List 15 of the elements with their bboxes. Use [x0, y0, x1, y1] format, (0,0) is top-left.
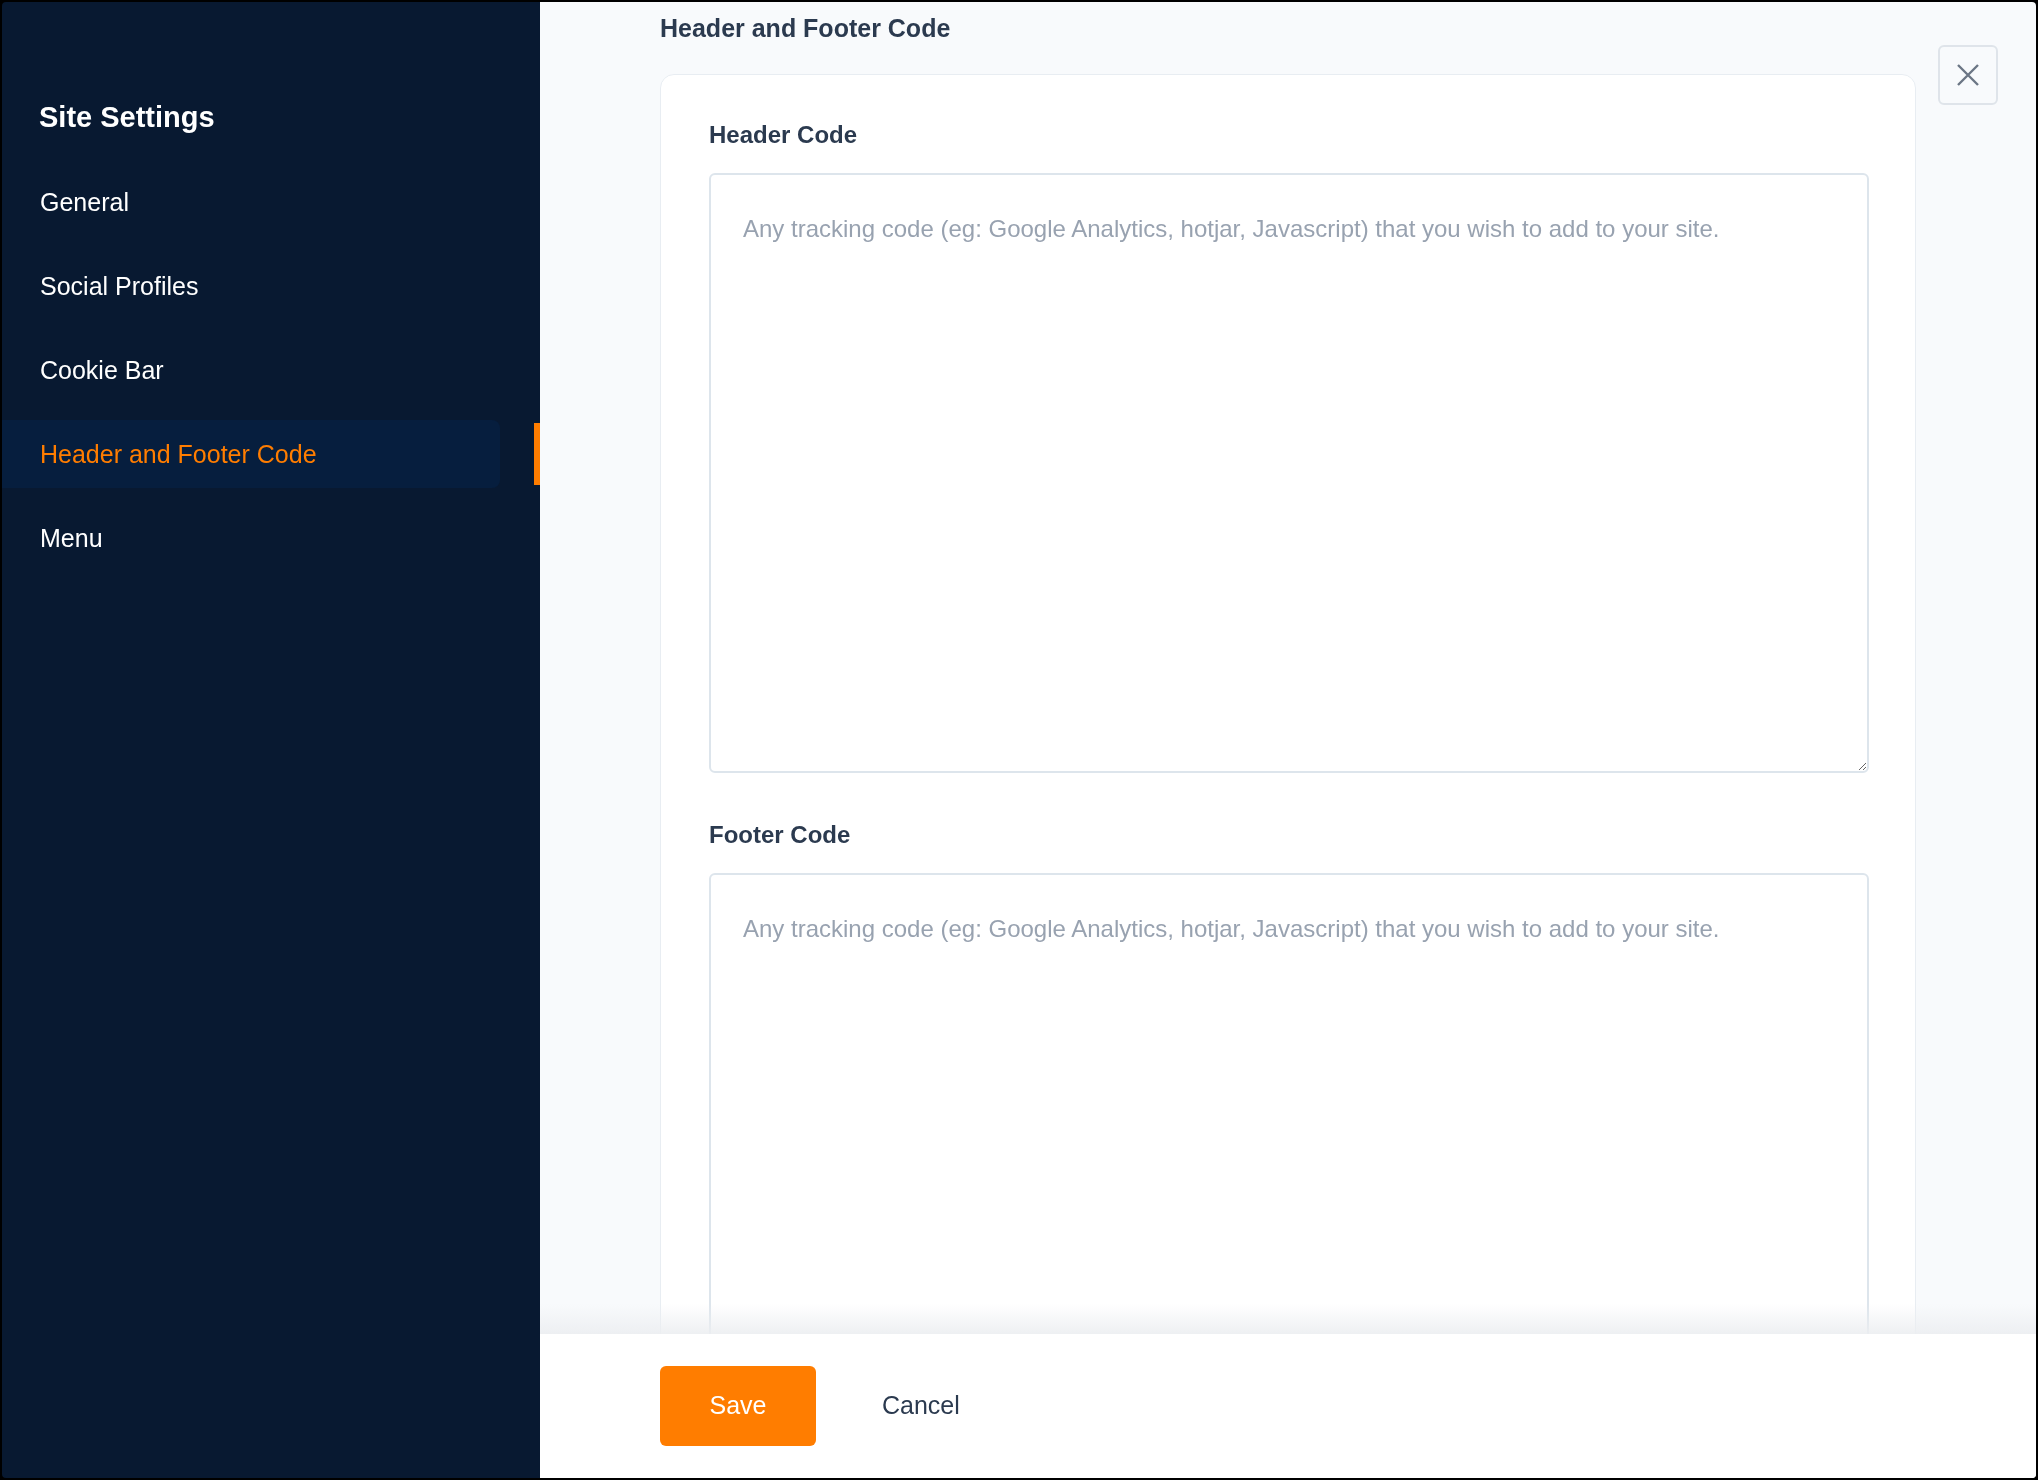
sidebar-item[interactable]: Social Profiles: [2, 251, 500, 320]
field-label: Footer Code: [709, 819, 852, 850]
section-title: Header and Footer Code: [660, 13, 952, 44]
close-icon: [1956, 63, 1980, 87]
field-label: Header Code: [709, 119, 859, 150]
sidebar-title: Site Settings: [38, 100, 216, 135]
sidebar-item[interactable]: Header and Footer Code: [2, 419, 500, 488]
close-button[interactable]: [1938, 45, 1998, 105]
sidebar-item[interactable]: Menu: [2, 503, 500, 572]
sidebar-item[interactable]: General: [2, 167, 500, 236]
sidebar-item[interactable]: Cookie Bar: [2, 335, 500, 404]
cancel-button[interactable]: Cancel: [856, 1366, 986, 1446]
active-indicator: [534, 423, 540, 485]
code-textarea[interactable]: Any tracking code (eg: Google Analytics, hotjar, Javascript) that you wish to add to your site.: [709, 172, 1869, 773]
code-textarea[interactable]: Any tracking code (eg: Google Analytics, hotjar, Javascript) that you wish to add to your site.: [709, 872, 1869, 1334]
